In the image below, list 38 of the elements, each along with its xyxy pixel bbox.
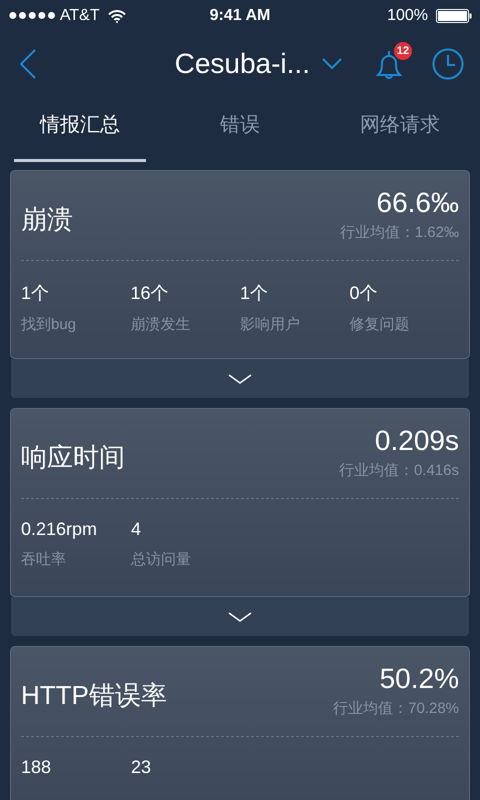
card-title: HTTP错误率 [21,679,167,712]
stat-value: 0.216rpm [21,519,98,540]
stat-value: 16个 [130,282,169,305]
dropdown-button[interactable] [322,58,342,70]
stat-value: 0个 [350,282,378,305]
stat-label: 修复问题 [350,315,410,334]
card-title: 响应时间 [21,441,125,474]
stat-value: 1个 [240,282,268,305]
industry-average: 行业均值：1.62‰ [340,223,459,242]
notification-badge: 12 [394,42,412,60]
stat-label: 找到bug [21,315,76,334]
app-title: Cesuba-i... [174,48,310,80]
tab[interactable]: 情报汇总 [14,96,146,162]
card-title: 崩溃 [21,203,73,236]
metric-value: 50.2% [380,663,459,695]
stat-value: 188 [21,757,52,778]
tab[interactable]: 错误 [174,96,306,162]
carrier-text: ●●●●● AT&T [8,7,100,25]
stat-value: 23 [131,757,152,778]
stat-value: 4 [131,519,142,540]
metric-value: 0.209s [374,425,459,457]
tab[interactable]: 网络请求 [334,96,466,162]
industry-average: 行业均值：0.416s [338,461,459,480]
metric-value: 66.6‰ [376,187,459,219]
time-text: 9:41 AM [210,7,270,25]
wifi-icon [108,10,126,22]
stat-label: 崩溃发生 [130,315,190,334]
stat-label: 总访问量 [131,550,191,569]
back-button[interactable] [18,48,38,80]
industry-average: 行业均值：70.28% [333,699,459,718]
stat-label: 吞吐率 [21,550,66,569]
history-button[interactable] [432,48,464,80]
stat-value: 1个 [21,282,50,305]
stat-label: 影响用户 [240,315,300,334]
chevron-icon [228,374,252,384]
battery-icon [436,9,472,23]
chevron-icon [228,612,252,622]
battery-percent: 100% [387,7,428,25]
